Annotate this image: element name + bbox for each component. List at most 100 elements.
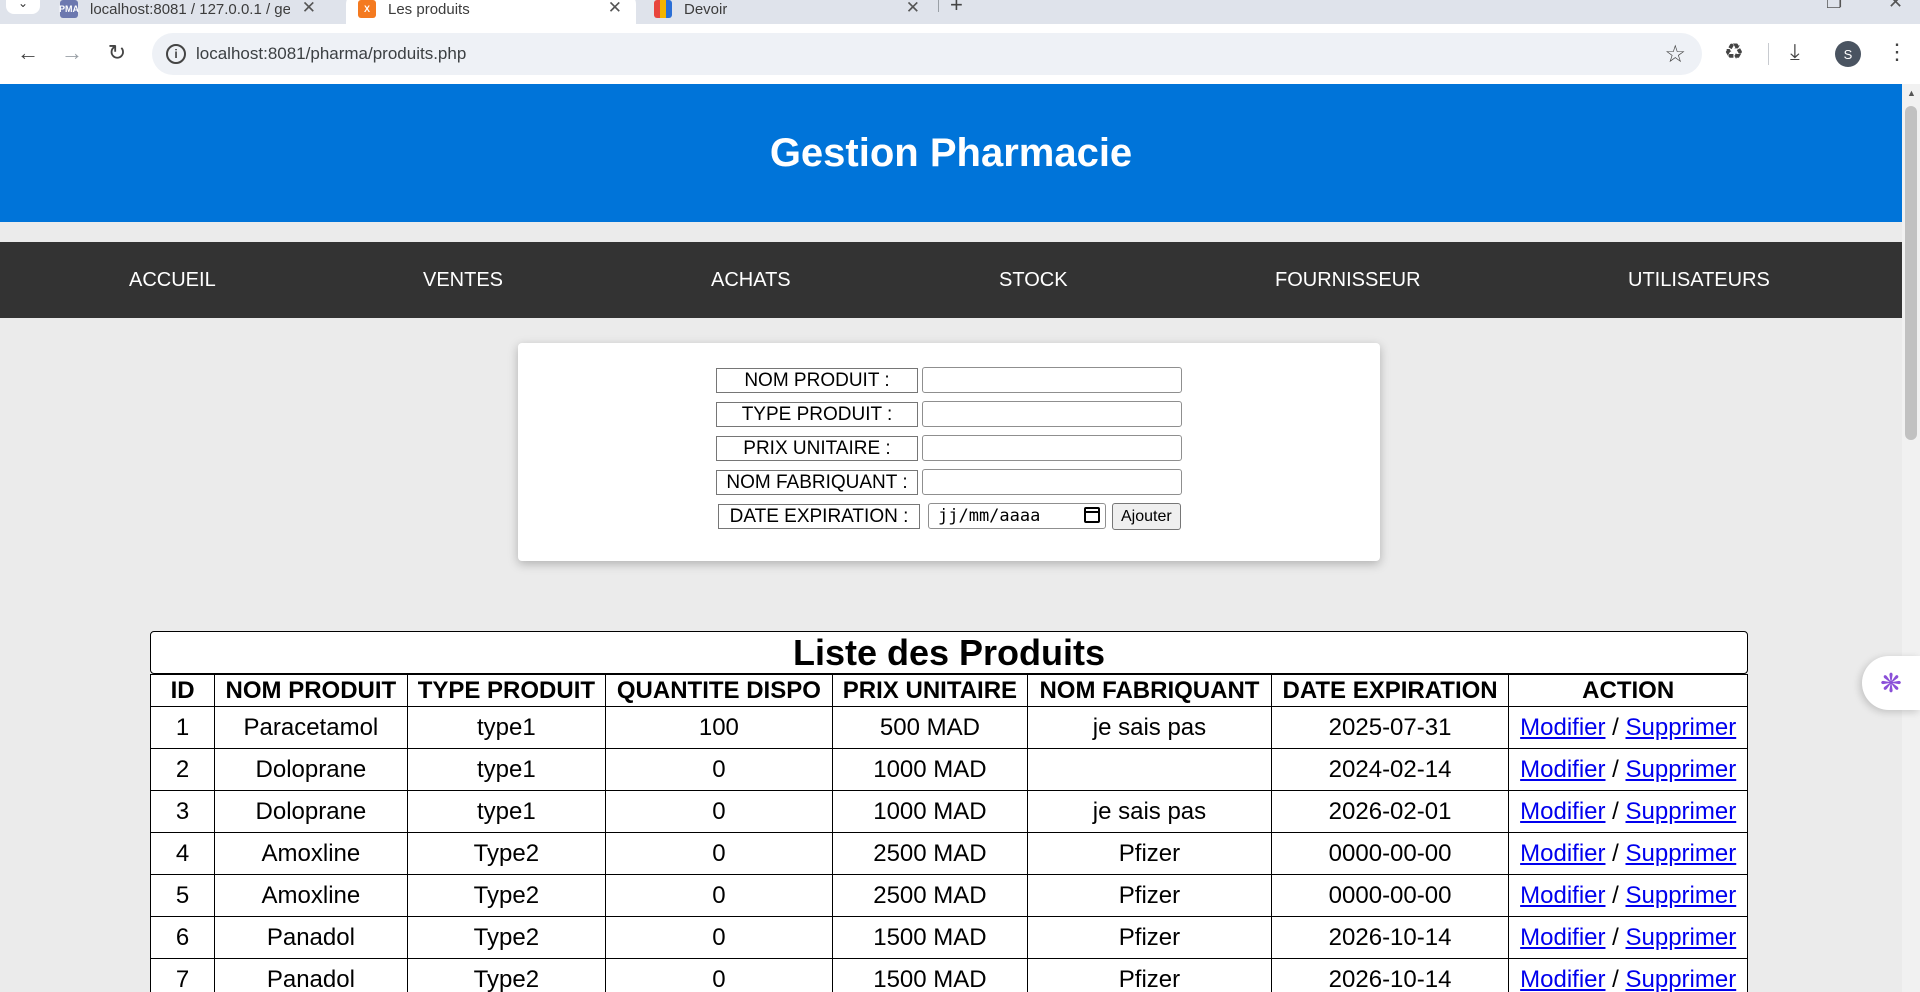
action-separator: / [1612, 755, 1619, 783]
bookmark-star-icon[interactable]: ☆ [1664, 40, 1686, 69]
type-produit-input[interactable] [922, 401, 1182, 427]
tab-separator [938, 0, 939, 12]
modifier-link[interactable]: Modifier [1520, 882, 1605, 909]
modifier-link[interactable]: Modifier [1520, 966, 1605, 992]
cell-action: Modifier / Supprimer [1508, 874, 1748, 917]
close-window-button[interactable]: ✕ [1888, 0, 1903, 13]
tab-les-produits[interactable]: X Les produits ✕ [346, 0, 636, 24]
supprimer-link[interactable]: Supprimer [1626, 714, 1737, 741]
cell-type-produit: Type2 [406, 832, 607, 875]
column-header: QUANTITE DISPO [605, 674, 833, 707]
cell-id: 2 [149, 748, 216, 791]
modifier-link[interactable]: Modifier [1520, 840, 1605, 867]
site-info-icon[interactable]: i [166, 44, 186, 64]
cell-prix: 1000 MAD [831, 790, 1029, 833]
cell-nom-produit: Doloprane [214, 790, 408, 833]
modifier-link[interactable]: Modifier [1520, 714, 1605, 741]
cell-prix: 1000 MAD [831, 748, 1029, 791]
supprimer-link[interactable]: Supprimer [1626, 756, 1737, 783]
cell-fabriquant: Pfizer [1027, 958, 1272, 992]
chevron-down-icon: ⌄ [17, 0, 29, 10]
scroll-up-icon[interactable]: ▲ [1907, 88, 1916, 98]
page-scrollbar[interactable]: ▲ [1902, 84, 1920, 992]
extensions-icon[interactable]: ♻ [1724, 39, 1744, 65]
column-header: ACTION [1508, 674, 1748, 707]
column-header: PRIX UNITAIRE [831, 674, 1029, 707]
reload-icon: ↻ [107, 40, 127, 65]
modifier-link[interactable]: Modifier [1520, 798, 1605, 825]
nav-link-utilisateurs[interactable]: UTILISATEURS [1628, 242, 1770, 318]
column-header: TYPE PRODUIT [406, 674, 607, 707]
forward-button[interactable]: → [58, 39, 86, 67]
ajouter-button[interactable]: Ajouter [1112, 503, 1181, 530]
nav-link-ventes[interactable]: VENTES [423, 242, 503, 318]
type-produit-label: TYPE PRODUIT : [716, 401, 918, 427]
reload-button[interactable]: ↻ [103, 39, 131, 67]
new-tab-button[interactable]: + [950, 0, 963, 18]
cell-type-produit: Type2 [406, 874, 607, 917]
cell-id: 6 [149, 916, 216, 959]
nav-link-stock[interactable]: STOCK [999, 242, 1068, 318]
tab-title: Les produits [388, 0, 470, 18]
tab-strip: ⌄ PMA localhost:8081 / 127.0.0.1 / gesti… [0, 0, 1920, 24]
cell-action: Modifier / Supprimer [1508, 958, 1748, 992]
menu-kebab-icon[interactable]: ⋮ [1886, 39, 1908, 65]
table-row: 2 Doloprane type1 0 1000 MAD 2024-02-14 … [149, 748, 1748, 791]
cell-fabriquant: Pfizer [1027, 832, 1272, 875]
cell-action: Modifier / Supprimer [1508, 790, 1748, 833]
nom-fabriquant-label: NOM FABRIQUANT : [716, 469, 918, 495]
tab-title: Devoir [684, 0, 728, 18]
scrollbar-thumb[interactable] [1905, 106, 1917, 440]
modifier-link[interactable]: Modifier [1520, 924, 1605, 951]
cell-quantite: 0 [605, 832, 833, 875]
close-icon[interactable]: ✕ [906, 0, 920, 18]
close-icon[interactable]: ✕ [302, 0, 316, 18]
cell-expiration: 0000-00-00 [1270, 874, 1510, 917]
assistant-extension-button[interactable]: ❋ [1862, 656, 1920, 710]
page-title: Gestion Pharmacie [769, 130, 1133, 175]
nom-fabriquant-input[interactable] [922, 469, 1182, 495]
plus-icon: + [950, 0, 963, 17]
nav-link-achats[interactable]: ACHATS [711, 242, 791, 318]
phpmyadmin-icon: PMA [59, 0, 79, 18]
calendar-icon[interactable] [1084, 507, 1100, 523]
cell-expiration: 0000-00-00 [1270, 832, 1510, 875]
cell-prix: 500 MAD [831, 706, 1029, 749]
brain-icon: ❋ [1880, 667, 1902, 698]
download-icon[interactable]: ⤓ [1790, 39, 1800, 65]
modifier-link[interactable]: Modifier [1520, 756, 1605, 783]
supprimer-link[interactable]: Supprimer [1626, 966, 1737, 992]
back-button[interactable]: ← [14, 39, 42, 67]
table-row: 3 Doloprane type1 0 1000 MAD je sais pas… [149, 790, 1748, 833]
address-bar[interactable]: i localhost:8081/pharma/produits.php ☆ [152, 33, 1702, 75]
tab-devoir[interactable]: Devoir ✕ [654, 0, 934, 24]
products-table-body: 1 Paracetamol type1 100 500 MAD je sais … [149, 706, 1748, 992]
supprimer-link[interactable]: Supprimer [1626, 924, 1737, 951]
nom-produit-input[interactable] [922, 367, 1182, 393]
close-icon: ✕ [1888, 0, 1904, 12]
supprimer-link[interactable]: Supprimer [1626, 798, 1737, 825]
cell-quantite: 0 [605, 874, 833, 917]
supprimer-link[interactable]: Supprimer [1626, 840, 1737, 867]
cell-type-produit: type1 [406, 790, 607, 833]
tab-search-button[interactable]: ⌄ [6, 0, 40, 14]
browser-toolbar: ← → ↻ i localhost:8081/pharma/produits.p… [0, 24, 1920, 84]
cell-id: 1 [149, 706, 216, 749]
close-icon[interactable]: ✕ [608, 0, 622, 18]
cell-nom-produit: Panadol [214, 916, 408, 959]
main-nav: ACCUEIL VENTES ACHATS STOCK FOURNISSEUR … [0, 242, 1902, 318]
form-row-date-expiration: DATE EXPIRATION : jj/mm/aaaa Ajouter [718, 502, 1181, 530]
action-separator: / [1612, 923, 1619, 951]
restore-window-button[interactable]: ❐ [1826, 0, 1842, 13]
avatar[interactable]: S [1835, 41, 1861, 67]
cell-expiration: 2024-02-14 [1270, 748, 1510, 791]
nav-link-accueil[interactable]: ACCUEIL [129, 242, 216, 318]
date-expiration-input[interactable]: jj/mm/aaaa [928, 503, 1106, 529]
site-header: Gestion Pharmacie [0, 84, 1902, 222]
arrow-right-icon: → [61, 40, 83, 65]
action-separator: / [1612, 713, 1619, 741]
supprimer-link[interactable]: Supprimer [1626, 882, 1737, 909]
nav-link-fournisseur[interactable]: FOURNISSEUR [1275, 242, 1421, 318]
prix-unitaire-input[interactable] [922, 435, 1182, 461]
tab-phpmyadmin[interactable]: PMA localhost:8081 / 127.0.0.1 / gestion… [59, 0, 330, 24]
